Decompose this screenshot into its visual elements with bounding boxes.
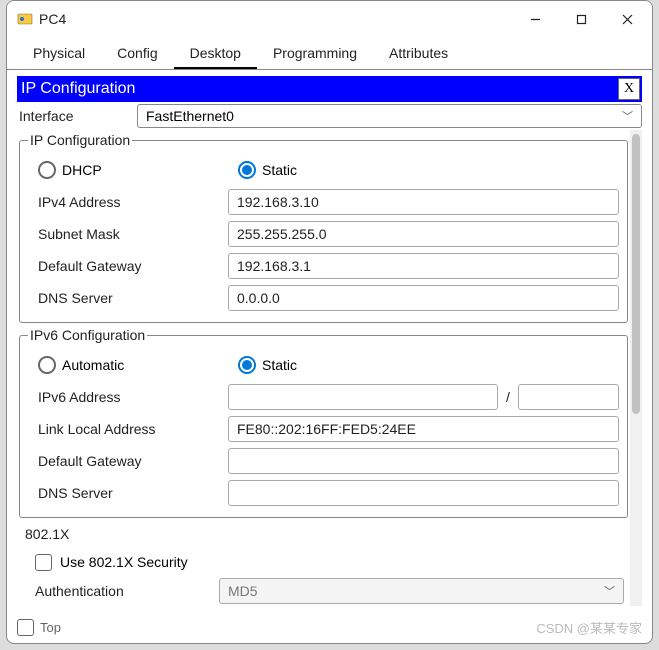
window-title: PC4 — [39, 11, 66, 27]
tab-desktop[interactable]: Desktop — [174, 41, 257, 69]
ipv4-legend: IP Configuration — [28, 132, 132, 148]
lla-input[interactable] — [228, 416, 619, 442]
radio-icon — [238, 161, 256, 179]
tab-attributes[interactable]: Attributes — [373, 41, 464, 69]
maximize-icon — [576, 14, 587, 25]
dns-label: DNS Server — [28, 290, 228, 306]
ipconfig-close-button[interactable]: X — [618, 78, 640, 100]
ipv6-address-row: IPv6 Address / — [28, 381, 619, 413]
radio-label: Static — [262, 162, 297, 178]
chevron-down-icon: ﹀ — [604, 583, 615, 599]
dot1x-section: 802.1X Use 802.1X Security Authenticatio… — [19, 522, 628, 606]
interface-row: Interface FastEthernet0 ﹀ — [17, 102, 642, 130]
ipv6-mode-row: Automatic Static — [28, 349, 619, 381]
scroll-thumb[interactable] — [632, 134, 640, 414]
tab-bar: Physical Config Desktop Programming Attr… — [7, 37, 652, 70]
ipv6-gateway-row: Default Gateway — [28, 445, 619, 477]
ipconfig-title: IP Configuration — [21, 80, 135, 98]
close-window-button[interactable] — [604, 3, 650, 35]
chevron-down-icon: ﹀ — [622, 108, 633, 124]
ipv6-legend: IPv6 Configuration — [28, 327, 147, 343]
gateway-input[interactable] — [228, 253, 619, 279]
scroll-wrap: IP Configuration DHCP Static IPv4 Addres… — [17, 130, 642, 606]
ipv6-address-input[interactable] — [228, 384, 498, 410]
ipv4-address-row: IPv4 Address — [28, 186, 619, 218]
ipv4-static-radio[interactable]: Static — [228, 161, 428, 179]
interface-label: Interface — [17, 108, 137, 124]
app-window: PC4 Physical Config Desktop Programming … — [6, 0, 653, 644]
ipv6-dns-label: DNS Server — [28, 485, 228, 501]
scroll-content: IP Configuration DHCP Static IPv4 Addres… — [17, 130, 630, 606]
interface-value: FastEthernet0 — [146, 108, 234, 124]
radio-label: DHCP — [62, 162, 102, 178]
radio-icon — [238, 356, 256, 374]
ipv6-static-radio[interactable]: Static — [228, 356, 428, 374]
subnet-mask-label: Subnet Mask — [28, 226, 228, 242]
window-controls — [512, 3, 650, 35]
dot1x-auth-select[interactable]: MD5 ﹀ — [219, 578, 624, 604]
panel-area: IP Configuration X Interface FastEtherne… — [7, 70, 652, 612]
ipv4-dhcp-radio[interactable]: DHCP — [28, 161, 228, 179]
ipv6-auto-radio[interactable]: Automatic — [28, 356, 228, 374]
maximize-button[interactable] — [558, 3, 604, 35]
subnet-mask-input[interactable] — [228, 221, 619, 247]
ipv6-dns-input[interactable] — [228, 480, 619, 506]
radio-icon — [38, 161, 56, 179]
dot1x-use-label: Use 802.1X Security — [60, 554, 188, 570]
dot1x-auth-row: Authentication MD5 ﹀ — [19, 576, 628, 606]
tab-physical[interactable]: Physical — [17, 41, 101, 69]
dns-input[interactable] — [228, 285, 619, 311]
ipv4-address-label: IPv4 Address — [28, 194, 228, 210]
subnet-mask-row: Subnet Mask — [28, 218, 619, 250]
bottom-left: Top — [17, 619, 61, 636]
ipv6-gateway-input[interactable] — [228, 448, 619, 474]
lla-row: Link Local Address — [28, 413, 619, 445]
dot1x-auth-value: MD5 — [228, 583, 258, 599]
ipv6-gateway-label: Default Gateway — [28, 453, 228, 469]
minimize-button[interactable] — [512, 3, 558, 35]
radio-icon — [38, 356, 56, 374]
dot1x-legend: 802.1X — [19, 522, 628, 548]
titlebar-left: PC4 — [17, 11, 66, 27]
ipv4-address-input[interactable] — [228, 189, 619, 215]
ipv6-section: IPv6 Configuration Automatic Static IPv6… — [19, 327, 628, 518]
dot1x-use-row: Use 802.1X Security — [19, 548, 628, 576]
ipv6-prefix-input[interactable] — [518, 384, 619, 410]
ipv6-address-label: IPv6 Address — [28, 389, 228, 405]
close-icon — [622, 14, 633, 25]
ipv4-section: IP Configuration DHCP Static IPv4 Addres… — [19, 132, 628, 323]
dot1x-auth-label: Authentication — [19, 583, 219, 599]
tab-programming[interactable]: Programming — [257, 41, 373, 69]
ipconfig-header: IP Configuration X — [17, 76, 642, 102]
tab-config[interactable]: Config — [101, 41, 173, 69]
interface-select[interactable]: FastEthernet0 ﹀ — [137, 104, 642, 128]
top-checkbox-label: Top — [40, 620, 61, 635]
ipv4-mode-row: DHCP Static — [28, 154, 619, 186]
watermark-text: CSDN @某某专家 — [536, 618, 642, 637]
titlebar: PC4 — [7, 1, 652, 37]
prefix-slash: / — [506, 389, 510, 405]
ipv6-dns-row: DNS Server — [28, 477, 619, 509]
radio-label: Automatic — [62, 357, 124, 373]
dot1x-use-checkbox[interactable] — [35, 554, 52, 571]
gateway-label: Default Gateway — [28, 258, 228, 274]
lla-label: Link Local Address — [28, 421, 228, 437]
bottom-bar: Top CSDN @某某专家 — [17, 618, 642, 637]
minimize-icon — [530, 14, 541, 25]
dns-row: DNS Server — [28, 282, 619, 314]
vertical-scrollbar[interactable] — [630, 130, 642, 606]
gateway-row: Default Gateway — [28, 250, 619, 282]
top-checkbox[interactable] — [17, 619, 34, 636]
radio-label: Static — [262, 357, 297, 373]
app-icon — [17, 11, 33, 27]
